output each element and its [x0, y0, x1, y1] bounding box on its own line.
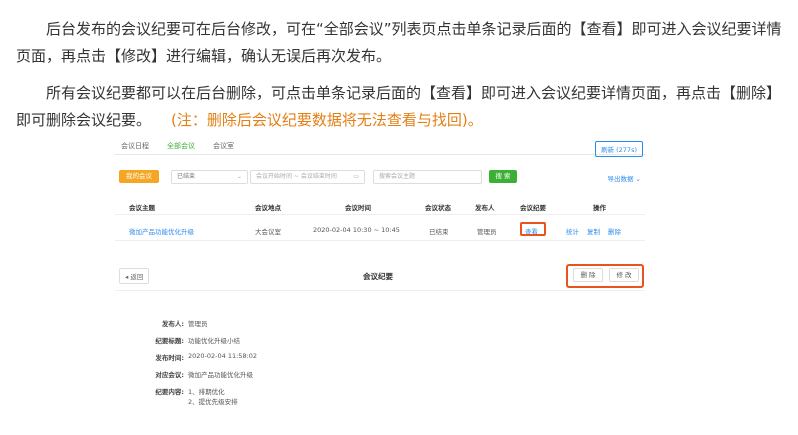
row-place: 大会议室 — [255, 228, 281, 236]
stats-link[interactable]: 统计 — [566, 226, 579, 236]
chevron-down-icon: ⌄ — [236, 173, 242, 180]
export-data-label: 导出数据 — [607, 175, 634, 183]
row-subject-link[interactable]: 微加产品功能优化升级 — [129, 226, 194, 236]
back-button[interactable]: ◂ 返回 — [119, 268, 150, 284]
row-time: 2020-02-04 10:30 ~ 10:45 — [313, 226, 400, 234]
field-label: 纪要内容: — [155, 388, 184, 396]
chevron-down-icon: ⌄ — [635, 175, 641, 183]
detail-title: 会议纪要 — [363, 272, 393, 281]
row-status: 已结束 — [429, 228, 449, 236]
tab-rooms[interactable]: 会议室 — [213, 141, 234, 155]
view-highlight-box — [520, 222, 546, 236]
header-actions: 操作 — [593, 204, 606, 212]
refresh-button[interactable]: 刷新 (277s) — [595, 141, 643, 157]
header-publisher: 发布人 — [475, 204, 495, 212]
delete-button[interactable]: 删 除 — [573, 268, 603, 282]
header-place: 会议地点 — [255, 204, 281, 212]
status-select-value: 已结束 — [177, 173, 196, 180]
table-row: 微加产品功能优化升级 大会议室 2020-02-04 10:30 ~ 10:45… — [115, 220, 645, 241]
header-divider — [115, 214, 645, 215]
field-label: 对应会议: — [155, 371, 184, 379]
header-subject: 会议主题 — [129, 204, 155, 212]
export-data-link[interactable]: 导出数据 ⌄ — [607, 173, 641, 183]
search-button[interactable]: 搜 索 — [489, 170, 517, 183]
edit-button[interactable]: 修 改 — [609, 268, 639, 282]
back-arrow-icon: ◂ — [125, 273, 129, 281]
date-range-placeholder: 会议开始时间 ~ 会议结束时间 — [256, 173, 337, 180]
minutes-detail-header: ◂ 返回 会议纪要 删 除 修 改 — [115, 262, 645, 288]
field-value: 管理员 — [188, 320, 208, 328]
copy-link[interactable]: 复制 — [587, 226, 600, 236]
field-value: 微加产品功能优化升级 — [188, 371, 253, 379]
header-status: 会议状态 — [425, 204, 451, 212]
tab-all-meetings[interactable]: 全部会议 — [167, 141, 195, 155]
search-input[interactable]: 搜索会议主题 — [373, 170, 482, 184]
my-meetings-button[interactable]: 我的会议 — [119, 170, 159, 183]
delete-link[interactable]: 删除 — [608, 226, 621, 236]
field-value: 2、提优先级安排 — [188, 398, 238, 406]
status-select[interactable]: 已结束 ⌄ — [171, 170, 248, 184]
warning-note: (注：删除后会议纪要数据将无法查看与找回)。 — [171, 111, 483, 129]
tab-schedule[interactable]: 会议日程 — [121, 141, 149, 155]
date-range-input[interactable]: 会议开始时间 ~ 会议结束时间 ▭ — [250, 170, 365, 184]
table-header: 会议主题 会议地点 会议时间 会议状态 发布人 会议纪要 操作 — [115, 197, 645, 214]
header-time: 会议时间 — [345, 204, 371, 212]
back-label: 返回 — [130, 273, 144, 281]
tab-bar: 会议日程 全部会议 会议室 — [121, 141, 234, 155]
detail-divider — [115, 290, 645, 291]
field-value: 功能优化升级小结 — [188, 337, 240, 345]
calendar-icon: ▭ — [353, 173, 359, 180]
field-label: 纪要标题: — [155, 337, 184, 345]
field-value: 1、排期优化 — [188, 388, 225, 396]
intro-paragraph-1: 后台发布的会议纪要可在后台修改，可在“全部会议”列表页点击单条记录后面的【查看】… — [16, 20, 782, 65]
field-label: 发布时间: — [155, 354, 184, 362]
field-value: 2020-02-04 11:58:02 — [188, 352, 258, 360]
tab-divider — [115, 154, 645, 155]
field-label: 发布人: — [161, 320, 184, 328]
row-publisher: 管理员 — [477, 228, 497, 236]
header-minutes: 会议纪要 — [520, 204, 546, 212]
intro-paragraph-2: 所有会议纪要都可以在后台删除，可点击单条记录后面的【查看】即可进入会议纪要详情页… — [16, 80, 782, 134]
